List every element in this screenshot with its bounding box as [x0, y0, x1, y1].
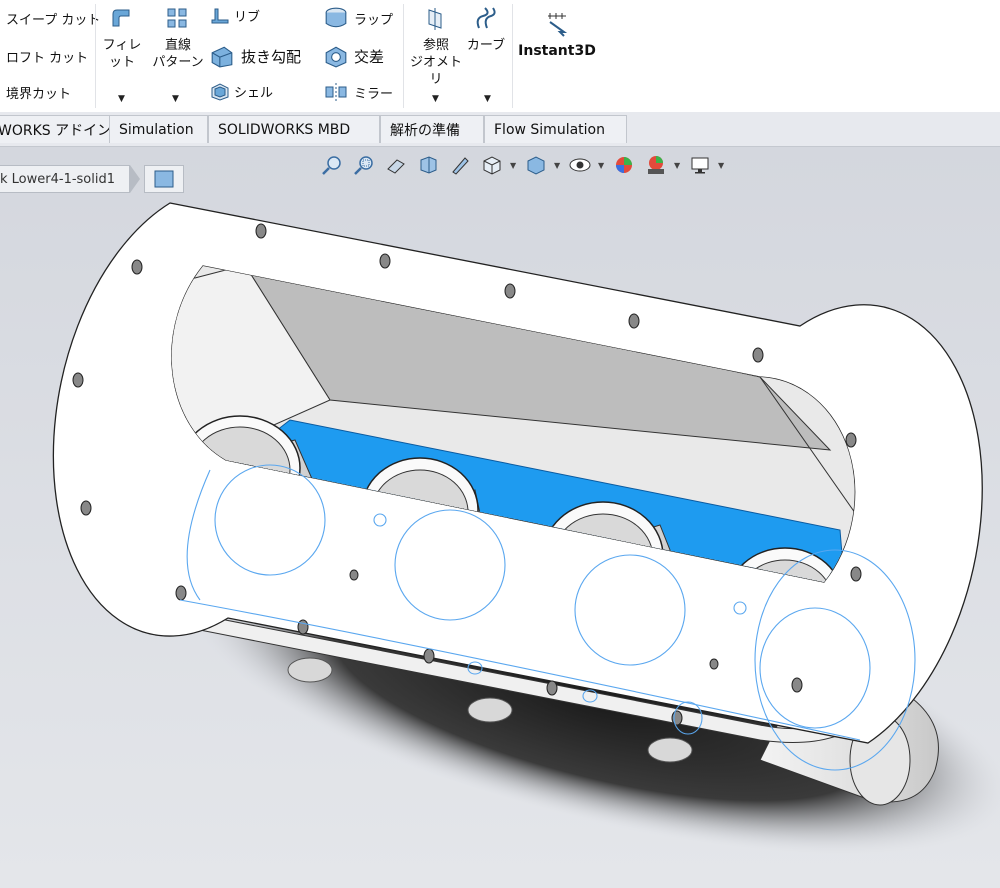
- curves-button[interactable]: カーブ: [466, 6, 506, 54]
- intersect-button[interactable]: 交差: [322, 44, 384, 68]
- curves-dropdown-arrow[interactable]: ▼: [484, 94, 491, 104]
- previous-view-icon[interactable]: [382, 153, 410, 177]
- view-orientation-icon[interactable]: [478, 153, 506, 177]
- tab-solidworks-mbd[interactable]: SOLIDWORKS MBD: [208, 115, 380, 143]
- chevron-down-icon[interactable]: ▼: [674, 161, 682, 170]
- instant3d-icon: [548, 13, 568, 37]
- ribbon-divider: [95, 4, 96, 108]
- draft-label: 抜き勾配: [241, 47, 302, 66]
- apply-scene-icon[interactable]: [642, 153, 670, 177]
- tab-analysis-preparation[interactable]: 解析の準備: [380, 115, 484, 143]
- ribbon-divider: [512, 4, 513, 108]
- zoom-to-fit-icon[interactable]: [318, 153, 346, 177]
- wrap-button[interactable]: ラップ: [322, 6, 393, 30]
- chevron-down-icon[interactable]: ▼: [510, 161, 518, 170]
- display-style-icon[interactable]: [522, 153, 550, 177]
- tab-solidworks-addins[interactable]: WORKS アドイン: [0, 115, 112, 143]
- curves-label: カーブ: [466, 38, 506, 53]
- section-view-icon[interactable]: [414, 153, 442, 177]
- mirror-label: ミラー: [354, 86, 394, 102]
- 3d-model[interactable]: [0, 147, 1000, 888]
- shell-icon: [211, 82, 229, 101]
- reference-geometry-button[interactable]: 参照 ジオメトリ: [408, 6, 464, 88]
- fillet-label: フィレット: [102, 38, 142, 70]
- fillet-button[interactable]: フィレット: [98, 6, 146, 71]
- reference-geometry-label-2: ジオメトリ: [409, 55, 462, 87]
- boundary-cut-button[interactable]: 境界カット: [6, 83, 71, 102]
- solid-body-icon[interactable]: [144, 165, 185, 193]
- curves-icon: [476, 7, 496, 29]
- rib-button[interactable]: リブ: [210, 6, 260, 25]
- chevron-down-icon[interactable]: ▼: [598, 161, 606, 170]
- dynamic-annotation-icon[interactable]: [446, 153, 474, 177]
- breadcrumb-part-label[interactable]: k Lower4-1-solid1: [0, 165, 131, 193]
- heads-up-view-toolbar: ▼ ▼ ▼ ▼ ▼: [318, 153, 726, 177]
- edit-appearance-icon[interactable]: [610, 153, 638, 177]
- boundary-cut-label: 境界カット: [6, 87, 72, 102]
- command-manager-ribbon: スイープ カット ロフト カット 境界カット フィレット ▼ 直線 パターン ▼…: [0, 0, 1000, 113]
- rib-label: リブ: [234, 10, 261, 25]
- graphics-area[interactable]: k Lower4-1-solid1 ▼ ▼ ▼ ▼ ▼: [0, 147, 1000, 888]
- tab-label: WORKS アドイン: [0, 122, 112, 139]
- intersect-label: 交差: [354, 47, 385, 66]
- shell-button[interactable]: シェル: [210, 82, 273, 101]
- hide-show-icon[interactable]: [566, 153, 594, 177]
- sweep-cut-label: スイープ カット: [6, 13, 101, 28]
- pattern-dropdown-arrow[interactable]: ▼: [172, 94, 179, 104]
- feature-breadcrumb[interactable]: k Lower4-1-solid1: [0, 164, 185, 194]
- reference-geometry-icon: [428, 8, 442, 30]
- reference-geometry-dropdown-arrow[interactable]: ▼: [432, 94, 439, 104]
- tab-label: SOLIDWORKS MBD: [218, 121, 351, 138]
- chevron-down-icon[interactable]: ▼: [554, 161, 562, 170]
- mirror-icon: [325, 83, 347, 101]
- command-manager-tabs: WORKS アドイン Simulation SOLIDWORKS MBD 解析の…: [0, 112, 1000, 147]
- shell-label: シェル: [234, 86, 274, 101]
- draft-button[interactable]: 抜き勾配: [207, 44, 301, 68]
- view-settings-icon[interactable]: [686, 153, 714, 177]
- fillet-dropdown-arrow[interactable]: ▼: [118, 94, 125, 104]
- intersect-icon: [325, 46, 347, 68]
- linear-pattern-button[interactable]: 直線 パターン: [150, 6, 206, 71]
- loft-cut-button[interactable]: ロフト カット: [6, 47, 88, 66]
- instant3d-button[interactable]: Instant3D: [516, 10, 598, 60]
- fillet-icon: [112, 9, 130, 27]
- linear-pattern-label-1: 直線: [164, 38, 191, 53]
- linear-pattern-icon: [167, 8, 187, 28]
- wrap-icon: [325, 7, 347, 28]
- loft-cut-label: ロフト カット: [6, 51, 89, 66]
- linear-pattern-label-2: パターン: [152, 55, 204, 70]
- mirror-button[interactable]: ミラー: [322, 82, 393, 102]
- tab-label: Simulation: [119, 121, 194, 138]
- instant3d-label: Instant3D: [518, 43, 596, 59]
- breadcrumb-chevron: [130, 165, 141, 193]
- chevron-down-icon[interactable]: ▼: [718, 161, 726, 170]
- tab-flow-simulation[interactable]: Flow Simulation: [484, 115, 627, 143]
- tab-label: 解析の準備: [390, 122, 460, 139]
- zoom-to-area-icon[interactable]: [350, 153, 378, 177]
- tab-simulation[interactable]: Simulation: [109, 115, 208, 143]
- draft-icon: [211, 46, 233, 68]
- wrap-label: ラップ: [354, 12, 394, 28]
- rib-icon: [211, 8, 229, 23]
- ribbon-divider: [403, 4, 404, 108]
- tab-label: Flow Simulation: [494, 121, 605, 138]
- sweep-cut-button[interactable]: スイープ カット: [6, 9, 100, 28]
- reference-geometry-label-1: 参照: [422, 38, 449, 53]
